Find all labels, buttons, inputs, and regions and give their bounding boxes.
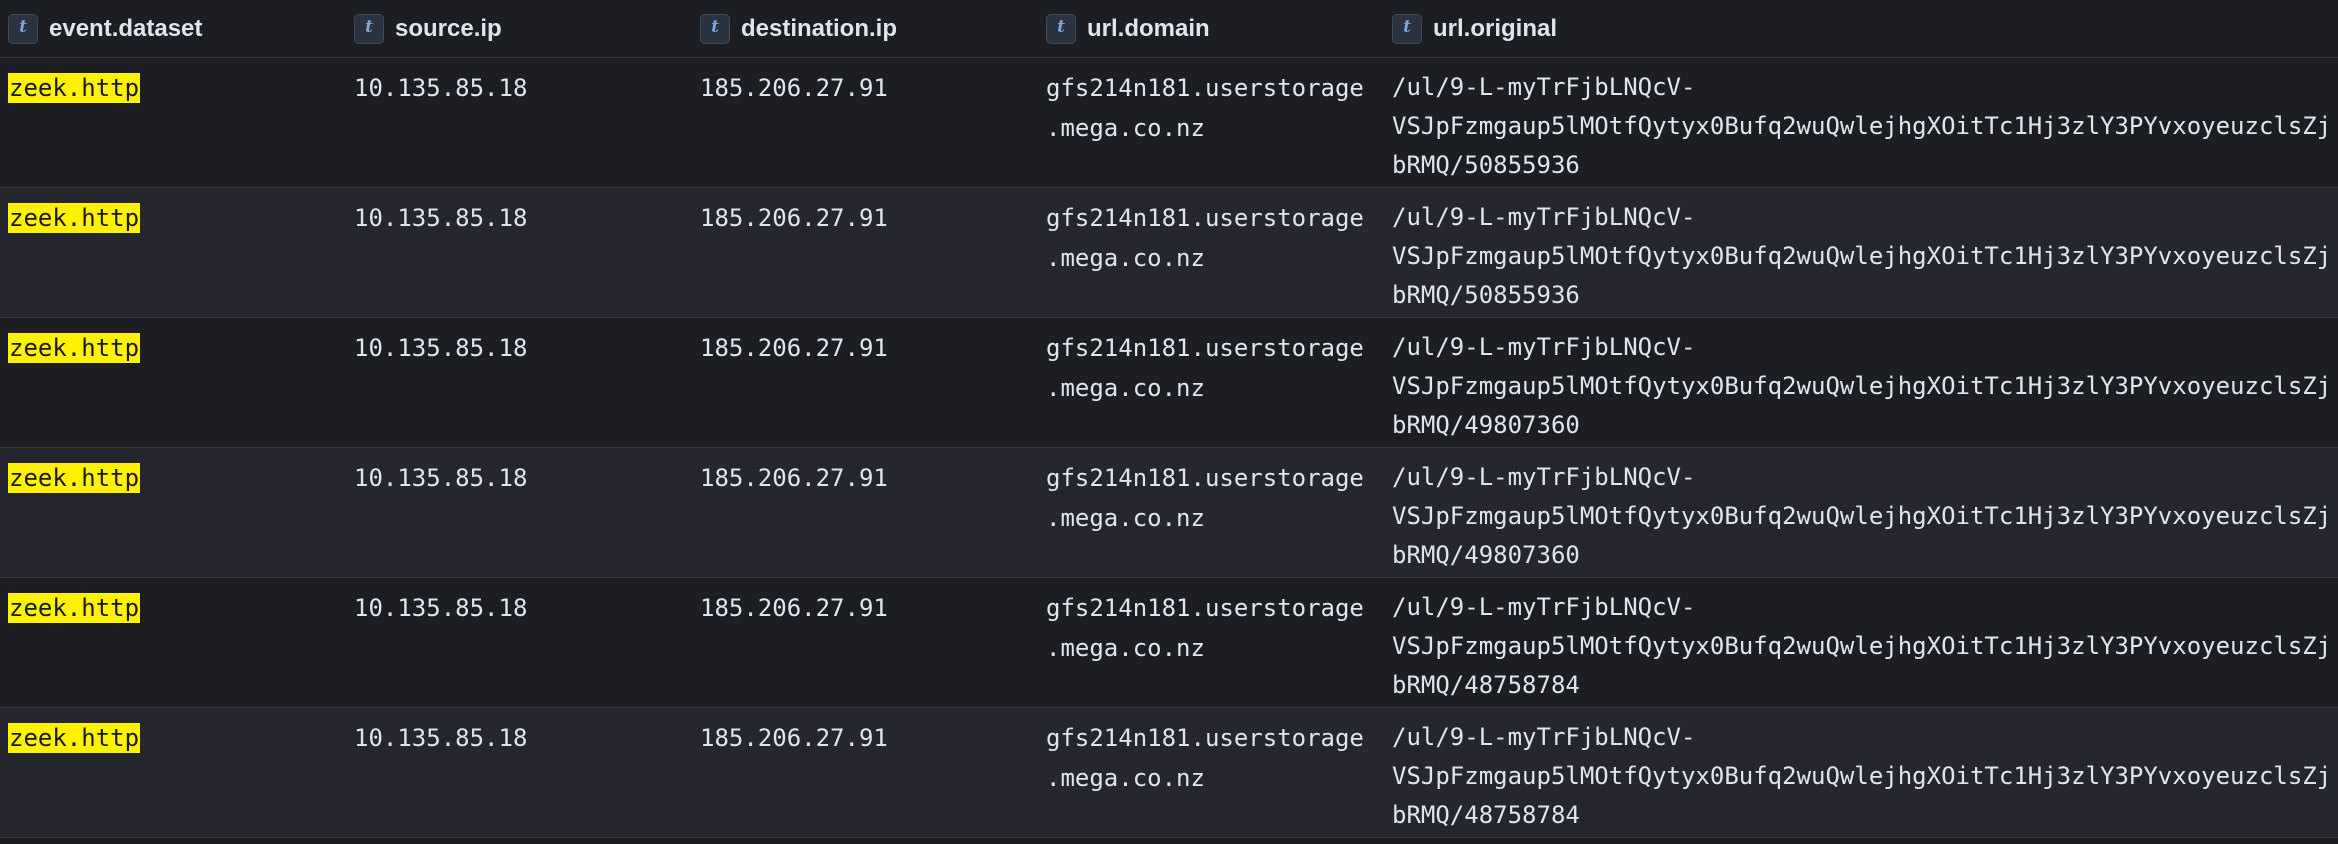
url-original-line: bRMQ/49807360: [1392, 411, 1580, 439]
string-type-icon: t: [1392, 13, 1422, 44]
url-original-cell: /ul/9-L-myTrFjbLNQcV- VSJpFzmgaup5lMOtfQy…: [1392, 58, 2332, 185]
destination-ip-cell: 185.206.27.91: [700, 464, 888, 492]
url-original-cell: /ul/9-L-myTrFjbLNQcV- VSJpFzmgaup5lMOtfQy…: [1392, 578, 2332, 705]
event-dataset-cell: zeek.http: [8, 188, 141, 238]
search-highlight: zeek.http: [8, 593, 141, 623]
column-header-event-dataset[interactable]: t event.dataset: [8, 0, 202, 57]
source-ip-cell: 10.135.85.18: [354, 724, 528, 752]
string-type-icon: t: [8, 13, 38, 44]
results-table: t event.dataset t source.ip t destinatio…: [0, 0, 2338, 838]
destination-ip-cell: 185.206.27.91: [700, 594, 888, 622]
table-row[interactable]: zeek.http 10.135.85.18 185.206.27.91 gfs…: [0, 448, 2338, 578]
url-original-line: bRMQ/50855936: [1392, 281, 1580, 309]
string-type-icon: t: [700, 13, 730, 44]
search-highlight: zeek.http: [8, 723, 141, 753]
url-domain-line: .mega.co.nz: [1046, 634, 1205, 662]
column-header-label: url.original: [1433, 14, 1558, 42]
source-ip-cell: 10.135.85.18: [354, 204, 528, 232]
search-highlight: zeek.http: [8, 203, 141, 233]
destination-ip-cell: 185.206.27.91: [700, 204, 888, 232]
url-domain-line: gfs214n181.userstorage: [1046, 334, 1364, 362]
destination-ip-cell: 185.206.27.91: [700, 724, 888, 752]
event-dataset-cell: zeek.http: [8, 578, 141, 628]
column-header-url-domain[interactable]: t url.domain: [1046, 0, 1210, 57]
url-original-line: bRMQ/48758784: [1392, 801, 1580, 829]
url-domain-cell: gfs214n181.userstorage .mega.co.nz: [1046, 318, 1364, 408]
url-domain-line: gfs214n181.userstorage: [1046, 464, 1364, 492]
event-dataset-cell: zeek.http: [8, 448, 141, 498]
source-ip-cell: 10.135.85.18: [354, 594, 528, 622]
search-highlight: zeek.http: [8, 73, 141, 103]
column-header-label: event.dataset: [49, 14, 203, 42]
table-row[interactable]: zeek.http 10.135.85.18 185.206.27.91 gfs…: [0, 578, 2338, 708]
url-original-line: VSJpFzmgaup5lMOtfQytyx0Bufq2wuQwlejhgXOi…: [1392, 112, 2332, 140]
destination-ip-cell: 185.206.27.91: [700, 334, 888, 362]
url-original-cell: /ul/9-L-myTrFjbLNQcV- VSJpFzmgaup5lMOtfQy…: [1392, 188, 2332, 315]
url-original-line: /ul/9-L-myTrFjbLNQcV-: [1392, 593, 1696, 621]
table-row[interactable]: zeek.http 10.135.85.18 185.206.27.91 gfs…: [0, 318, 2338, 448]
table-row[interactable]: zeek.http 10.135.85.18 185.206.27.91 gfs…: [0, 188, 2338, 318]
source-ip-cell: 10.135.85.18: [354, 464, 528, 492]
url-original-line: bRMQ/48758784: [1392, 671, 1580, 699]
url-original-line: /ul/9-L-myTrFjbLNQcV-: [1392, 333, 1696, 361]
column-header-label: url.domain: [1087, 14, 1210, 42]
url-original-line: /ul/9-L-myTrFjbLNQcV-: [1392, 73, 1696, 101]
url-domain-line: .mega.co.nz: [1046, 504, 1205, 532]
url-domain-line: .mega.co.nz: [1046, 374, 1205, 402]
url-original-line: /ul/9-L-myTrFjbLNQcV-: [1392, 203, 1696, 231]
event-dataset-cell: zeek.http: [8, 318, 141, 368]
url-domain-line: gfs214n181.userstorage: [1046, 594, 1364, 622]
url-original-line: /ul/9-L-myTrFjbLNQcV-: [1392, 723, 1696, 751]
url-original-cell: /ul/9-L-myTrFjbLNQcV- VSJpFzmgaup5lMOtfQy…: [1392, 708, 2332, 835]
url-domain-cell: gfs214n181.userstorage .mega.co.nz: [1046, 188, 1364, 278]
url-domain-line: .mega.co.nz: [1046, 764, 1205, 792]
url-domain-cell: gfs214n181.userstorage .mega.co.nz: [1046, 58, 1364, 148]
table-row[interactable]: zeek.http 10.135.85.18 185.206.27.91 gfs…: [0, 58, 2338, 188]
search-highlight: zeek.http: [8, 333, 141, 363]
source-ip-cell: 10.135.85.18: [354, 74, 528, 102]
url-domain-line: .mega.co.nz: [1046, 244, 1205, 272]
url-original-line: VSJpFzmgaup5lMOtfQytyx0Bufq2wuQwlejhgXOi…: [1392, 762, 2332, 790]
url-original-line: /ul/9-L-myTrFjbLNQcV-: [1392, 463, 1696, 491]
url-original-line: VSJpFzmgaup5lMOtfQytyx0Bufq2wuQwlejhgXOi…: [1392, 632, 2332, 660]
url-domain-cell: gfs214n181.userstorage .mega.co.nz: [1046, 448, 1364, 538]
column-header-source-ip[interactable]: t source.ip: [354, 0, 502, 57]
url-domain-line: gfs214n181.userstorage: [1046, 724, 1364, 752]
destination-ip-cell: 185.206.27.91: [700, 74, 888, 102]
search-highlight: zeek.http: [8, 463, 141, 493]
source-ip-cell: 10.135.85.18: [354, 334, 528, 362]
url-original-cell: /ul/9-L-myTrFjbLNQcV- VSJpFzmgaup5lMOtfQy…: [1392, 318, 2332, 445]
url-domain-line: .mega.co.nz: [1046, 114, 1205, 142]
url-original-line: VSJpFzmgaup5lMOtfQytyx0Bufq2wuQwlejhgXOi…: [1392, 242, 2332, 270]
column-header-label: destination.ip: [741, 14, 897, 42]
event-dataset-cell: zeek.http: [8, 708, 141, 758]
url-domain-cell: gfs214n181.userstorage .mega.co.nz: [1046, 708, 1364, 798]
table-header: t event.dataset t source.ip t destinatio…: [0, 0, 2338, 58]
url-domain-line: gfs214n181.userstorage: [1046, 204, 1364, 232]
url-original-line: bRMQ/49807360: [1392, 541, 1580, 569]
url-original-line: VSJpFzmgaup5lMOtfQytyx0Bufq2wuQwlejhgXOi…: [1392, 372, 2332, 400]
url-original-cell: /ul/9-L-myTrFjbLNQcV- VSJpFzmgaup5lMOtfQy…: [1392, 448, 2332, 575]
string-type-icon: t: [1046, 13, 1076, 44]
column-header-destination-ip[interactable]: t destination.ip: [700, 0, 897, 57]
column-header-url-original[interactable]: t url.original: [1392, 0, 1557, 57]
url-original-line: bRMQ/50855936: [1392, 151, 1580, 179]
url-domain-line: gfs214n181.userstorage: [1046, 74, 1364, 102]
table-row[interactable]: zeek.http 10.135.85.18 185.206.27.91 gfs…: [0, 708, 2338, 838]
column-header-label: source.ip: [395, 14, 502, 42]
url-original-line: VSJpFzmgaup5lMOtfQytyx0Bufq2wuQwlejhgXOi…: [1392, 502, 2332, 530]
event-dataset-cell: zeek.http: [8, 58, 141, 108]
url-domain-cell: gfs214n181.userstorage .mega.co.nz: [1046, 578, 1364, 668]
string-type-icon: t: [354, 13, 384, 44]
